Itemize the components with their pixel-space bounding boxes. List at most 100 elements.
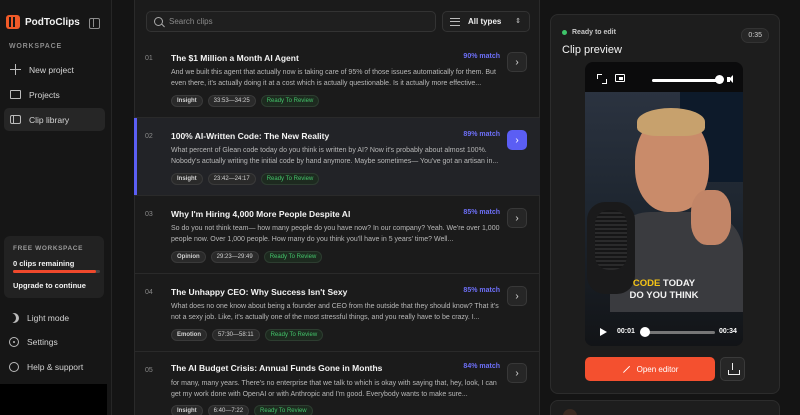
open-clip-button[interactable]: › [507, 130, 527, 150]
clip-list-item[interactable]: 01 The $1 Million a Month AI Agent 90% m… [134, 40, 540, 118]
clip-match-score: 90% match [463, 53, 500, 60]
clip-icon [10, 115, 21, 124]
collapse-sidebar-icon[interactable] [89, 18, 100, 29]
status-badge: Ready To Review [260, 95, 320, 107]
clip-title: The Unhappy CEO: Why Success Isn't Sexy [171, 287, 348, 297]
category-tag: Insight [171, 95, 203, 107]
clip-number: 01 [145, 55, 153, 62]
help-support-link[interactable]: Help & support [9, 362, 83, 372]
avatar [563, 409, 577, 415]
timestamp-tag: 29:23—29:49 [210, 251, 259, 263]
timestamp-tag: 6:40—7:22 [207, 405, 250, 415]
settings-link[interactable]: Settings [9, 337, 58, 347]
search-input[interactable]: Search clips [146, 11, 436, 32]
app-name: PodToClips [25, 16, 80, 28]
sidebar-item-label: Clip library [29, 114, 70, 125]
volume-slider-handle[interactable] [715, 75, 724, 84]
sidebar: PodToClips WORKSPACE New project Project… [0, 0, 112, 415]
search-placeholder: Search clips [169, 17, 213, 26]
workspace-usage-card: FREE WORKSPACE 0 clips remaining Upgrade… [4, 236, 104, 298]
upgrade-link[interactable]: Upgrade to continue [13, 281, 86, 290]
fullscreen-icon[interactable] [597, 74, 607, 84]
clip-title: Why I'm Hiring 4,000 More People Despite… [171, 209, 351, 219]
sidebar-item-label: New project [29, 64, 74, 75]
workspace-section-label: WORKSPACE [9, 43, 62, 50]
next-preview-card [550, 400, 780, 415]
clip-match-score: 89% match [463, 131, 500, 138]
volume-icon[interactable] [727, 75, 736, 84]
caption-line-2: DO YOU THINK [629, 290, 699, 301]
settings-label: Settings [27, 337, 58, 347]
light-mode-label: Light mode [27, 313, 70, 323]
play-icon[interactable] [600, 328, 607, 336]
chevron-updown-icon: ⇕ [515, 18, 521, 25]
clip-number: 04 [145, 289, 153, 296]
clip-match-score: 84% match [463, 363, 500, 370]
clip-title: 100% AI-Written Code: The New Reality [171, 131, 330, 141]
clip-number: 03 [145, 211, 153, 218]
clip-tags: Opinion 29:23—29:49 Ready To Review [171, 251, 323, 263]
open-editor-button[interactable]: Open editor [585, 357, 715, 381]
open-clip-button[interactable]: › [507, 286, 527, 306]
brand[interactable]: PodToClips [6, 15, 80, 29]
sidebar-item-projects[interactable]: Projects [4, 83, 105, 106]
video-speaker-hand [691, 190, 731, 245]
clip-list-item[interactable]: 04 The Unhappy CEO: Why Success Isn't Se… [134, 274, 540, 352]
plus-icon [10, 64, 21, 75]
clip-title: The $1 Million a Month AI Agent [171, 53, 299, 63]
sidebar-item-new-project[interactable]: New project [4, 58, 105, 81]
clip-tags: Insight 23:42—24:17 Ready To Review [171, 173, 320, 185]
preview-status: Ready to edit [562, 29, 616, 36]
filter-icon [450, 17, 460, 26]
picture-in-picture-icon[interactable] [615, 74, 625, 82]
open-clip-button[interactable]: › [507, 363, 527, 383]
volume-slider-track[interactable] [652, 79, 722, 82]
clip-list-item[interactable]: 05 The AI Budget Crisis: Annual Funds Go… [134, 352, 540, 415]
gear-icon [9, 337, 19, 347]
download-button[interactable] [720, 357, 745, 381]
timestamp-tag: 23:42—24:17 [207, 173, 256, 185]
moon-icon [9, 313, 19, 323]
workspace-plan-label: FREE WORKSPACE [13, 245, 84, 252]
open-clip-button[interactable]: › [507, 208, 527, 228]
caption-line-1: CODE TODAY [585, 278, 743, 289]
clip-transcript: What does no one know about being a foun… [171, 303, 499, 321]
podtoclips-logo-icon [6, 15, 20, 29]
clip-list-item[interactable]: 03 Why I'm Hiring 4,000 More People Desp… [134, 196, 540, 274]
category-tag: Opinion [171, 251, 206, 263]
clip-title: The AI Budget Crisis: Annual Funds Gone … [171, 363, 383, 373]
clip-number: 02 [145, 133, 153, 140]
sidebar-item-label: Projects [29, 89, 60, 100]
caption-highlight-word: CODE [632, 278, 661, 289]
clip-transcript: And we built this agent that actually no… [171, 69, 496, 87]
category-tag: Insight [171, 405, 203, 415]
clip-match-score: 85% match [463, 209, 500, 216]
clip-number: 05 [145, 367, 153, 374]
app-window: PodToClips WORKSPACE New project Project… [0, 0, 800, 415]
usage-bar [13, 270, 100, 273]
clip-match-score: 85% match [463, 287, 500, 294]
type-filter-select[interactable]: All types ⇕ [442, 11, 530, 32]
timestamp-tag: 57:30—58:11 [212, 329, 260, 341]
video-player[interactable]: CODE TODAY DO YOU THINK 00:01 00:34 [585, 62, 743, 346]
light-mode-toggle[interactable]: Light mode [9, 313, 69, 323]
clip-tags: Insight 33:53—34:25 Ready To Review [171, 95, 320, 107]
left-gutter [112, 0, 134, 415]
clip-transcript: for many, many years. There's no enterpr… [171, 380, 497, 398]
magic-wand-icon [622, 365, 631, 374]
video-speaker-hair [637, 108, 705, 136]
user-account-block[interactable] [0, 384, 107, 415]
seek-bar[interactable] [640, 331, 715, 334]
category-tag: Emotion [171, 329, 207, 341]
search-icon [154, 17, 163, 26]
sidebar-item-clip-library[interactable]: Clip library [4, 108, 105, 131]
clip-transcript: So do you not think team— how many peopl… [171, 225, 500, 243]
preview-status-text: Ready to edit [572, 29, 616, 36]
status-badge: Ready To Review [254, 405, 313, 415]
status-badge: Ready To Review [263, 251, 323, 263]
open-clip-button[interactable]: › [507, 52, 527, 72]
clip-list-item-selected[interactable]: 02 100% AI-Written Code: The New Reality… [134, 118, 540, 196]
status-badge: Ready To Review [264, 329, 324, 341]
preview-title: Clip preview [562, 44, 622, 56]
right-gutter [540, 0, 550, 415]
